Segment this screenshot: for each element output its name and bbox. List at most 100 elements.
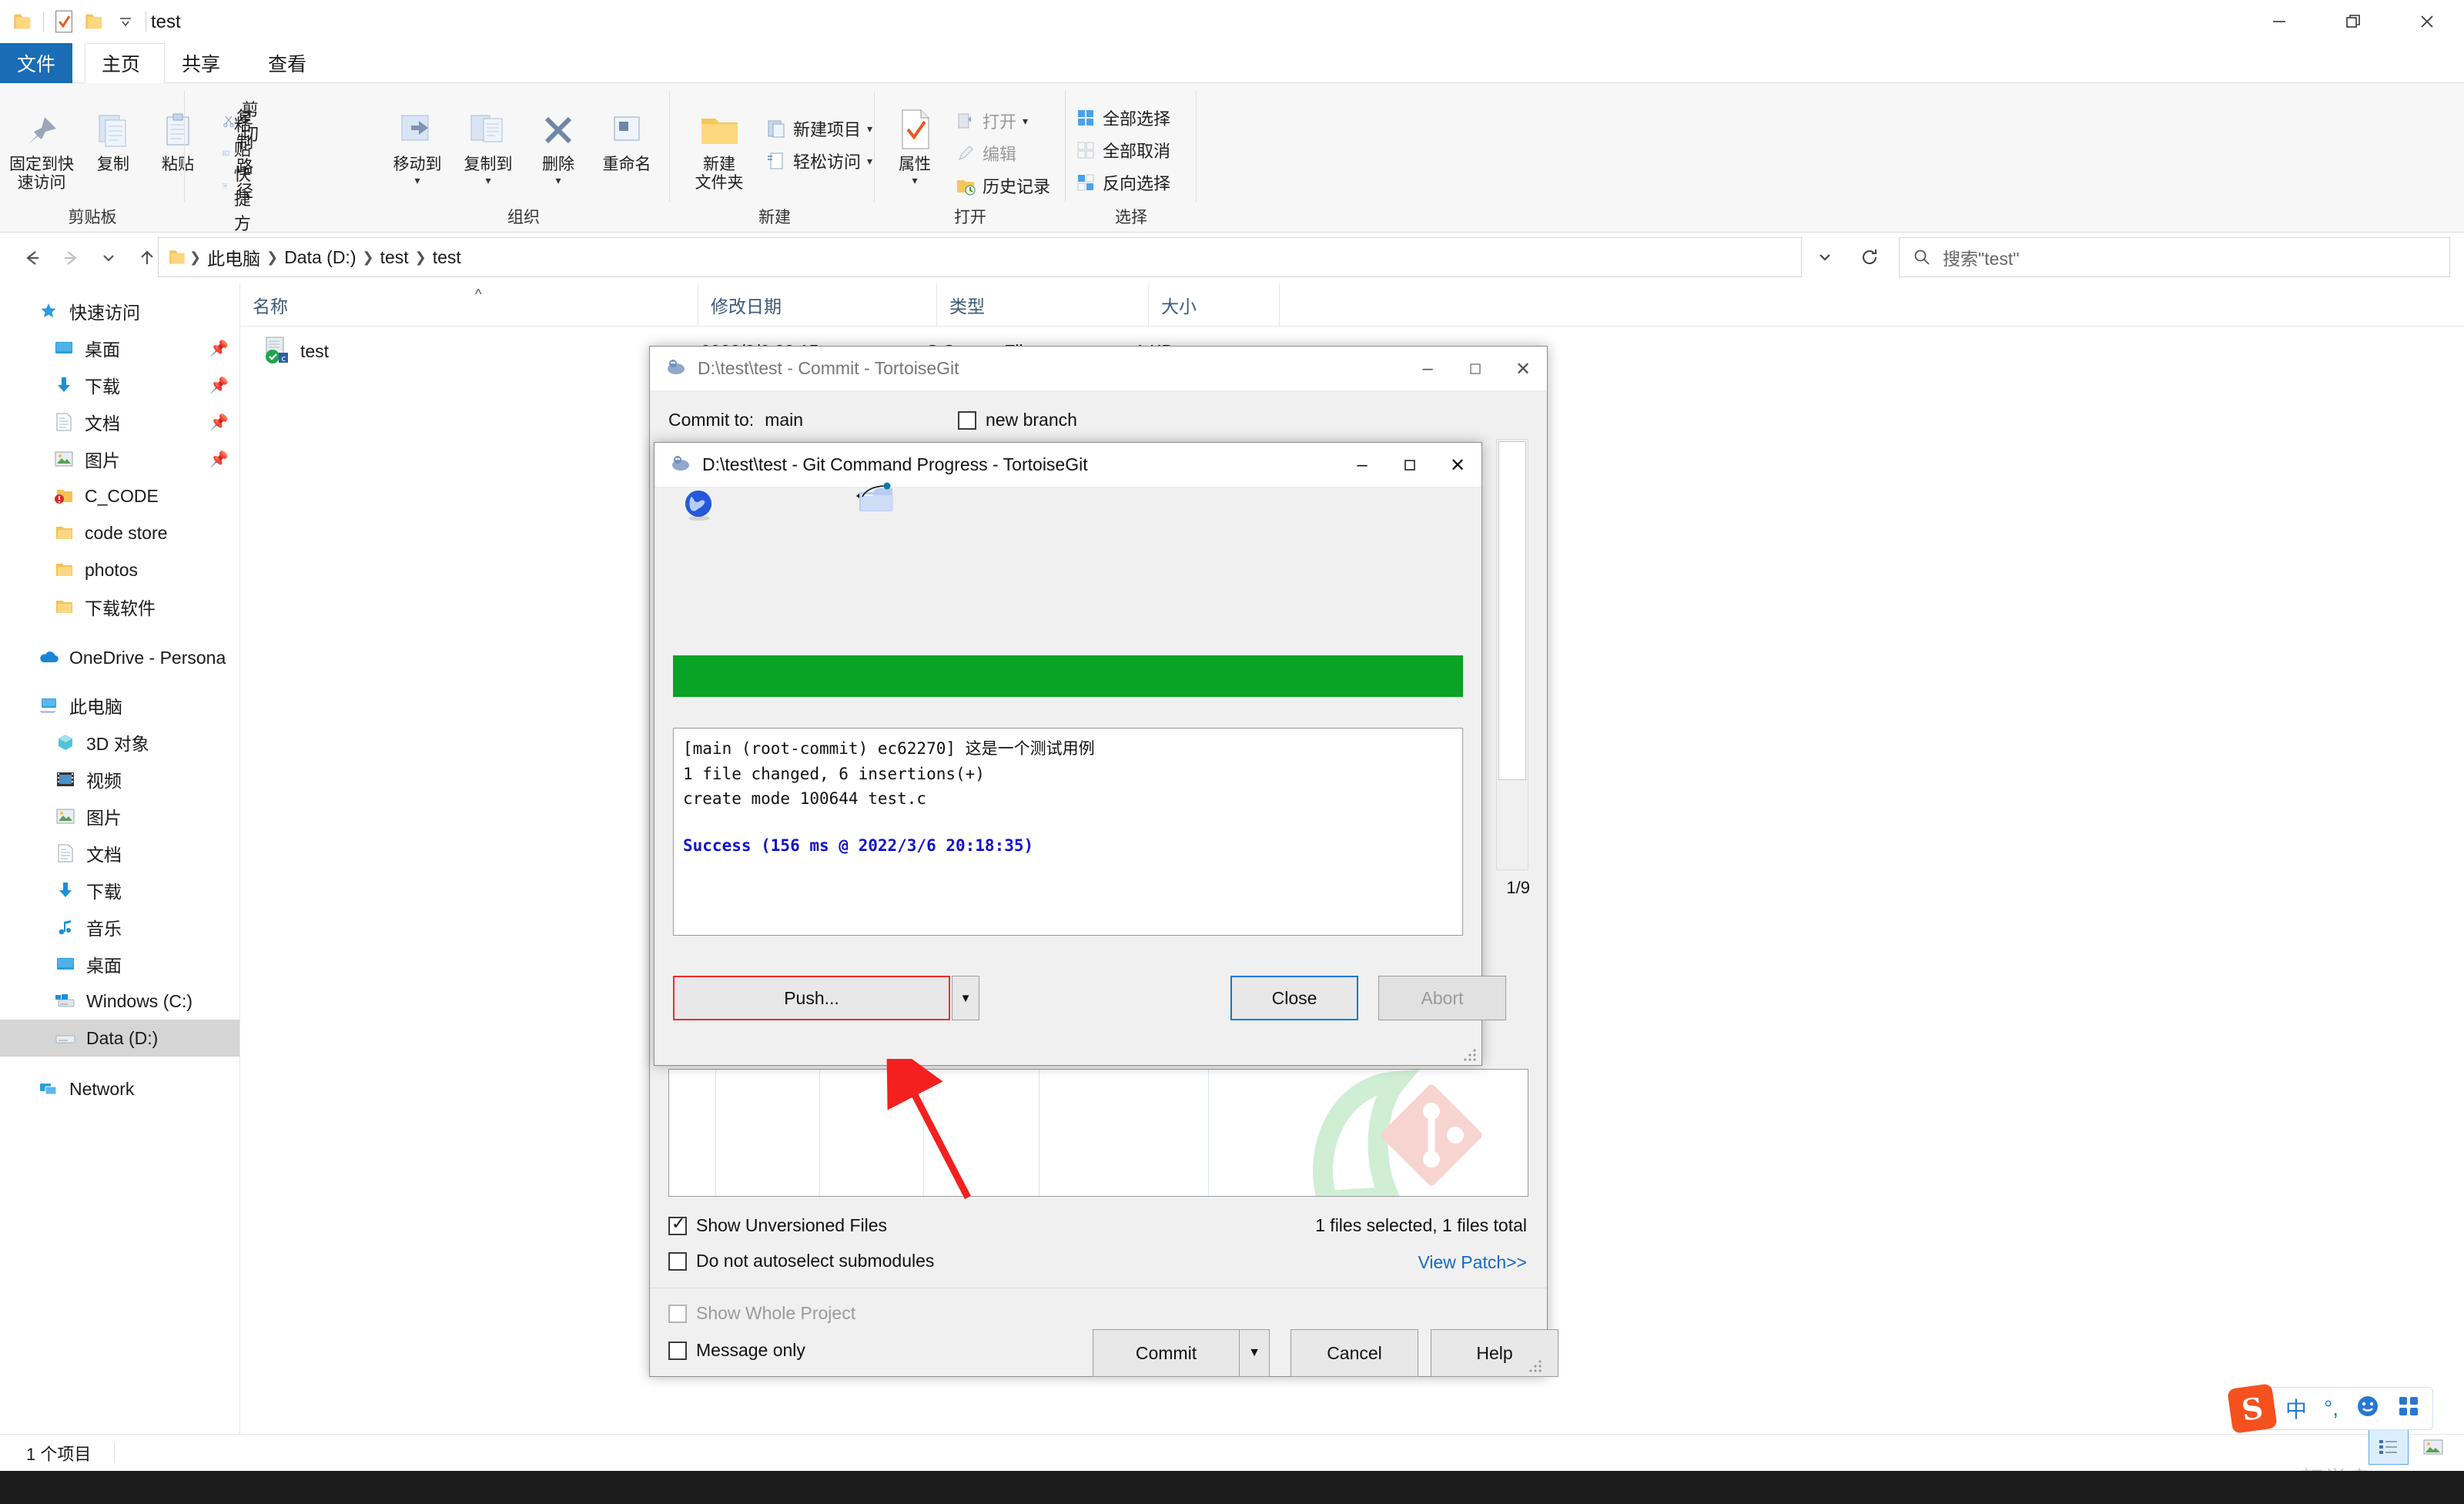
ime-mode-chinese[interactable]: 中 [2285, 1393, 2307, 1424]
search-input[interactable]: 搜索"test" [1899, 237, 2450, 277]
push-dropdown-button[interactable]: ▼ [952, 976, 979, 1020]
customize-qat-chevron-icon[interactable] [110, 6, 141, 37]
tab-share[interactable]: 共享 [165, 43, 237, 83]
sidebar-item-pictures[interactable]: 图片 📌 [0, 440, 239, 477]
close-button[interactable] [2390, 0, 2464, 43]
sidebar-item-onedrive[interactable]: OneDrive - Persona [0, 639, 239, 676]
sidebar-item-music[interactable]: 音乐 [0, 909, 239, 946]
minimize-button[interactable]: – [1404, 347, 1451, 391]
do-not-autoselect-submodules-checkbox[interactable]: Do not autoselect submodules [668, 1251, 934, 1271]
show-whole-project-checkbox[interactable]: Show Whole Project [668, 1303, 855, 1324]
ime-punctuation[interactable]: °, [2324, 1396, 2338, 1421]
sidebar-item-this-pc[interactable]: 此电脑 [0, 687, 239, 724]
restore-button[interactable] [2316, 0, 2390, 43]
maximize-button[interactable] [1451, 347, 1499, 391]
sidebar-item-code-store[interactable]: code store [0, 514, 239, 551]
progress-dialog-title-bar[interactable]: D:\test\test - Git Command Progress - To… [654, 443, 1481, 487]
breadcrumb-item-0[interactable]: 此电脑 [203, 244, 265, 270]
sidebar-item-downloads-pc[interactable]: 下载 [0, 872, 239, 909]
sidebar-item-desktop[interactable]: 桌面 📌 [0, 330, 239, 367]
pin-icon[interactable]: 📌 [209, 413, 229, 432]
sidebar-item-videos[interactable]: 视频 [0, 761, 239, 798]
back-button[interactable] [12, 233, 51, 283]
commit-file-list[interactable] [668, 1069, 1528, 1197]
properties-button[interactable]: 属性 ▾ [886, 100, 944, 187]
paste-button[interactable]: 粘贴 [149, 100, 206, 174]
large-icons-view-button[interactable] [2413, 1429, 2453, 1465]
paste-shortcut-button[interactable]: 粘贴快捷方式 [222, 169, 265, 202]
pin-icon[interactable]: 📌 [209, 339, 229, 358]
close-button[interactable]: ✕ [1434, 443, 1481, 487]
delete-button[interactable]: 删除 ▾ [528, 100, 588, 187]
move-to-button[interactable]: 移动到 ▾ [385, 100, 450, 187]
sidebar-item-download-software[interactable]: 下载软件 [0, 588, 239, 625]
resize-grip[interactable] [1528, 1359, 1542, 1373]
sidebar-item-documents[interactable]: 文档 📌 [0, 404, 239, 440]
breadcrumb[interactable]: ❯ 此电脑 ❯ Data (D:) ❯ test ❯ test [158, 237, 1802, 277]
view-patch-link[interactable]: View Patch>> [1418, 1252, 1527, 1273]
abort-button[interactable]: Abort [1378, 976, 1506, 1020]
address-dropdown-button[interactable] [1803, 237, 1846, 277]
commit-dialog-title-bar[interactable]: D:\test\test - Commit - TortoiseGit – ✕ [650, 347, 1547, 391]
sidebar-item-desktop-pc[interactable]: 桌面 [0, 946, 239, 983]
resize-grip[interactable] [1463, 1048, 1477, 1062]
new-folder-icon[interactable] [79, 6, 110, 37]
scrollbar-thumb[interactable] [1498, 441, 1526, 780]
select-all-button[interactable]: 全部选择 [1075, 102, 1170, 134]
easy-access-button[interactable]: 轻松访问 ▾ [765, 145, 872, 177]
tab-home[interactable]: 主页 [85, 43, 157, 83]
folder-icon[interactable] [8, 6, 38, 37]
tab-view[interactable]: 查看 [251, 43, 323, 83]
copy-button[interactable]: 复制 [85, 100, 142, 174]
sidebar-item-photos[interactable]: photos [0, 551, 239, 588]
show-unversioned-files-checkbox[interactable]: Show Unversioned Files [668, 1215, 887, 1236]
new-folder-button[interactable]: 新建文件夹 [684, 100, 755, 193]
new-item-button[interactable]: 新建项目 ▾ [765, 112, 872, 145]
message-scrollbar[interactable] [1496, 439, 1528, 870]
refresh-button[interactable] [1848, 237, 1891, 277]
push-button[interactable]: Push... [673, 976, 950, 1020]
edit-button[interactable]: 编辑 [955, 137, 1050, 169]
commit-button[interactable]: Commit [1093, 1329, 1239, 1377]
sidebar-item-pictures-pc[interactable]: 图片 [0, 798, 239, 835]
copy-to-button[interactable]: 复制到 ▾ [456, 100, 521, 187]
recent-locations-button[interactable] [89, 233, 128, 283]
invert-selection-button[interactable]: 反向选择 [1075, 166, 1170, 199]
message-only-checkbox[interactable]: Message only [668, 1340, 805, 1361]
close-button[interactable]: Close [1230, 976, 1358, 1020]
column-header-size[interactable]: 大小 [1149, 283, 1280, 326]
commit-split-button[interactable]: Commit ▼ [1093, 1329, 1270, 1377]
tab-file[interactable]: 文件 [0, 43, 72, 83]
sidebar-item-3d-objects[interactable]: 3D 对象 [0, 724, 239, 761]
pin-icon[interactable]: 📌 [209, 450, 229, 469]
sidebar-item-documents-pc[interactable]: 文档 [0, 835, 239, 872]
history-button[interactable]: 历史记录 [955, 169, 1050, 202]
push-split-button[interactable]: Push... ▼ [673, 976, 979, 1020]
sidebar-item-data-d[interactable]: Data (D:) [0, 1020, 239, 1057]
sidebar-item-c-code[interactable]: C_CODE [0, 477, 239, 514]
sidebar-item-quick-access[interactable]: 快速访问 [0, 293, 239, 330]
close-button[interactable]: ✕ [1499, 347, 1547, 391]
new-branch-checkbox[interactable]: new branch [958, 410, 1077, 430]
sidebar-item-downloads[interactable]: 下载 📌 [0, 367, 239, 404]
column-header-name[interactable]: 名称 [240, 283, 698, 326]
breadcrumb-item-2[interactable]: test [376, 247, 413, 268]
ime-toolbox-icon[interactable] [2397, 1395, 2420, 1423]
minimize-button[interactable] [2242, 0, 2316, 43]
column-header-type[interactable]: 类型 [937, 283, 1149, 326]
forward-button[interactable] [51, 233, 89, 283]
sogou-logo-icon[interactable]: S [2227, 1383, 2278, 1434]
column-header-modified[interactable]: 修改日期 [698, 283, 937, 326]
sidebar-item-windows-c[interactable]: Windows (C:) [0, 983, 239, 1020]
open-button[interactable]: 打开 ▾ [955, 105, 1050, 137]
select-none-button[interactable]: 全部取消 [1075, 134, 1170, 166]
ime-emoji-icon[interactable] [2355, 1394, 2380, 1424]
maximize-button[interactable] [1386, 443, 1434, 487]
sidebar-item-network[interactable]: Network [0, 1070, 239, 1107]
git-output-log[interactable]: [main (root-commit) ec62270] 这是一个测试用例 1 … [673, 728, 1463, 936]
breadcrumb-item-3[interactable]: test [428, 247, 466, 268]
pin-icon[interactable]: 📌 [209, 376, 229, 395]
cancel-button[interactable]: Cancel [1291, 1329, 1418, 1377]
branch-name[interactable]: main [765, 410, 803, 430]
details-view-button[interactable] [2369, 1429, 2409, 1465]
